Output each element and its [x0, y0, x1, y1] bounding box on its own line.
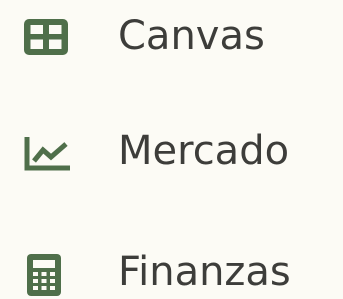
nav-item-label-mercado: Mercado: [118, 128, 290, 174]
navigation-menu: Canvas Mercado Finanzas: [0, 0, 343, 299]
trending-chart-icon: [24, 137, 70, 171]
nav-item-label-canvas: Canvas: [118, 13, 265, 59]
calculator-icon: [27, 254, 61, 296]
nav-item-label-finanzas: Finanzas: [118, 249, 291, 295]
nav-item-finanzas[interactable]: Finanzas: [0, 228, 343, 299]
grid-icon: [24, 19, 68, 55]
nav-item-canvas[interactable]: Canvas: [0, 0, 343, 80]
nav-item-mercado[interactable]: Mercado: [0, 111, 343, 191]
